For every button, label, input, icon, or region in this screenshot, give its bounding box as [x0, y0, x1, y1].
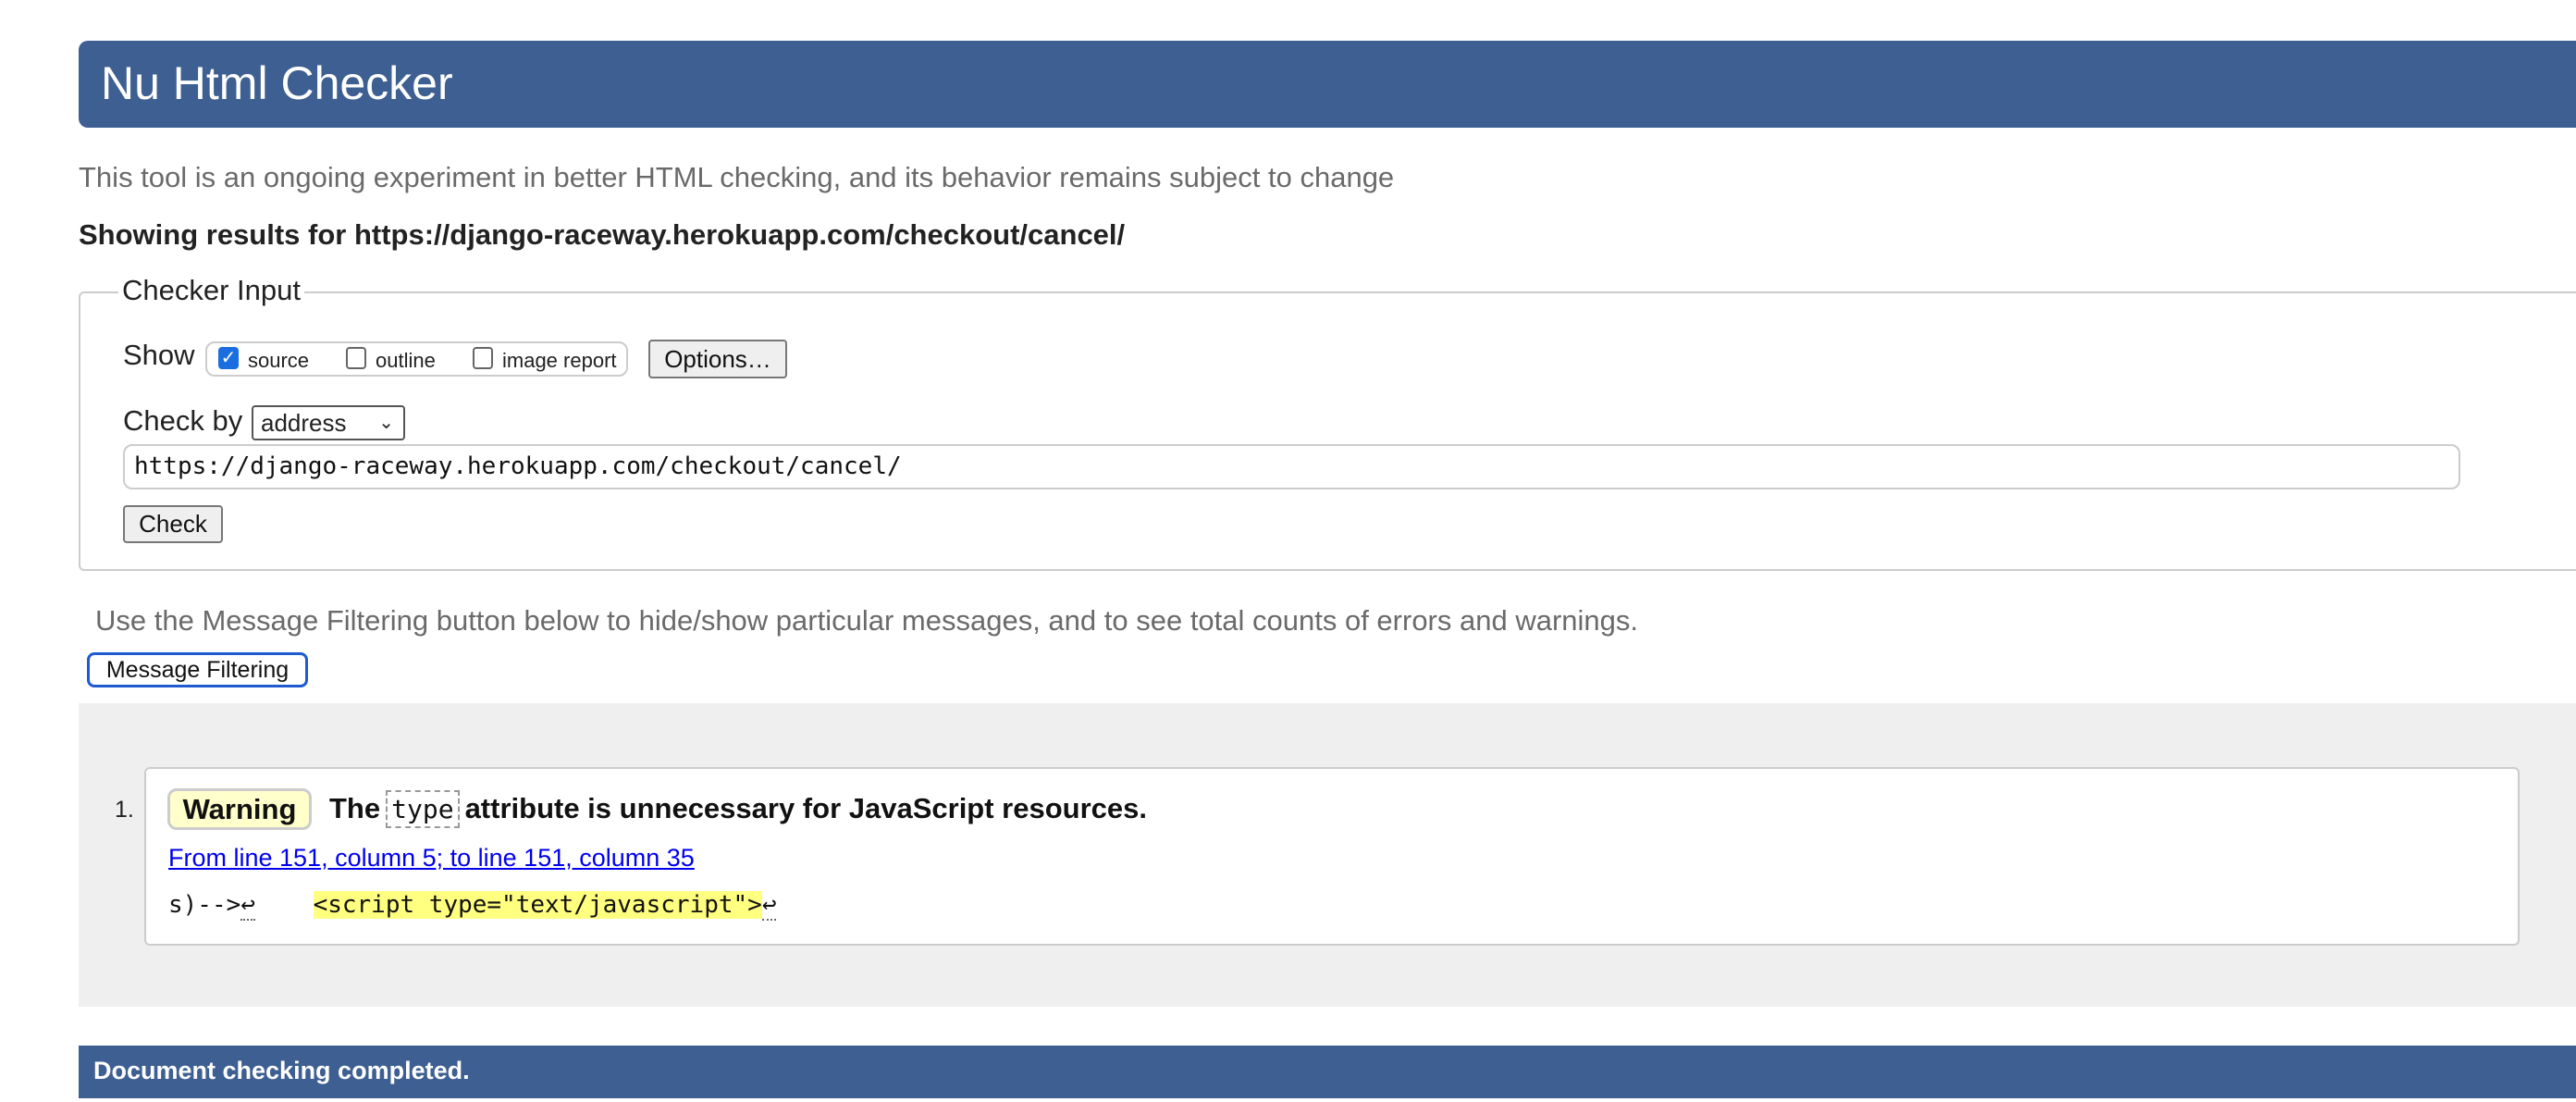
message-number: 1.	[115, 797, 134, 823]
outline-checkbox[interactable]	[346, 347, 366, 369]
check-by-value: address	[261, 409, 347, 437]
image-report-label[interactable]: image report	[502, 349, 617, 373]
show-label: Show	[123, 339, 195, 371]
return-icon: ↩	[240, 891, 255, 921]
show-options-group: ✓ source outline image report	[205, 341, 628, 377]
chevron-down-icon: ⌄	[378, 413, 394, 433]
source-label[interactable]: source	[248, 349, 309, 373]
image-report-checkbox[interactable]	[473, 347, 493, 369]
filter-note: Use the Message Filtering button below t…	[95, 604, 1639, 637]
status-text: Document checking completed.	[93, 1057, 470, 1084]
message-location-link[interactable]: From line 151, column 5; to line 151, co…	[168, 844, 695, 873]
options-button[interactable]: Options…	[648, 340, 787, 378]
source-extract: s)-->↩ <script type="text/javascript">↩	[168, 891, 777, 921]
warning-badge: Warning	[167, 788, 312, 830]
url-input[interactable]: https://django-raceway.herokuapp.com/che…	[123, 444, 2460, 489]
message-code: type	[386, 790, 460, 828]
app-title: Nu Html Checker	[101, 57, 453, 109]
checker-input-legend: Checker Input	[118, 274, 304, 307]
status-footer: Document checking completed.	[79, 1046, 2576, 1098]
showing-results-heading: Showing results for https://django-racew…	[79, 218, 1126, 251]
message-filtering-button[interactable]: Message Filtering	[87, 652, 308, 687]
source-checkbox[interactable]: ✓	[218, 347, 239, 369]
outline-label[interactable]: outline	[376, 349, 436, 373]
app-header: Nu Html Checker	[79, 41, 2576, 128]
return-icon: ↩	[761, 891, 777, 921]
extract-highlight: <script type="text/javascript">	[313, 891, 762, 919]
check-by-select[interactable]: address ⌄	[252, 405, 405, 440]
check-button[interactable]: Check	[123, 505, 223, 543]
subtitle: This tool is an ongoing experiment in be…	[79, 161, 1395, 193]
extract-before: s)-->	[168, 891, 241, 919]
checker-input-fieldset	[79, 291, 2576, 571]
message-text-before: The	[329, 792, 381, 824]
message-text: The type attribute is unnecessary for Java…	[329, 790, 1147, 828]
message-text-after: attribute is unnecessary for JavaScript …	[464, 792, 1147, 824]
check-by-label: Check by	[123, 404, 243, 437]
